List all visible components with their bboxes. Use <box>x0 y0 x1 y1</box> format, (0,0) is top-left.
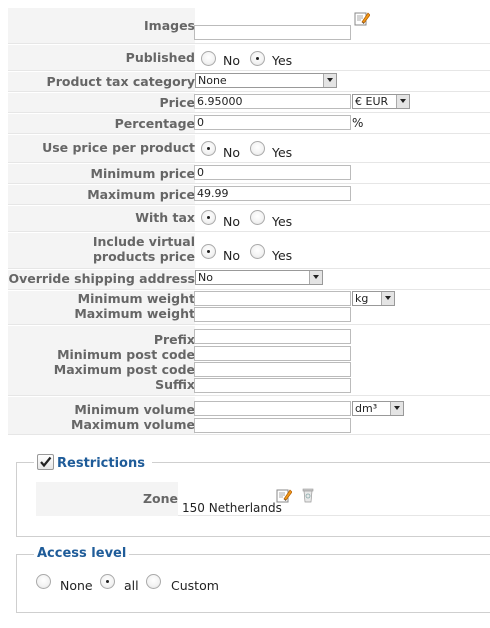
maximum-volume-input[interactable] <box>194 418 351 433</box>
price-per-product-yes-label: Yes <box>272 145 293 160</box>
currency-value: € EUR <box>355 95 389 108</box>
weight-unit-select[interactable]: kg <box>352 291 395 306</box>
suffix-input[interactable] <box>194 378 351 393</box>
override-shipping-select[interactable]: No <box>195 270 323 285</box>
published-label: Published <box>125 50 195 65</box>
maximum-weight-input[interactable] <box>194 307 351 322</box>
chevron-down-icon <box>390 402 403 415</box>
row-published: Published No Yes <box>8 45 490 71</box>
minimum-weight-label: Minimum weight <box>77 291 195 306</box>
access-none-radio[interactable] <box>36 574 51 589</box>
with-tax-yes-radio[interactable] <box>250 210 265 225</box>
include-virtual-label-line1: Include virtual <box>92 234 195 249</box>
zone-label: Zone <box>142 491 178 506</box>
suffix-label: Suffix <box>155 377 195 392</box>
row-postcode: Prefix Minimum post code Maximum post co… <box>8 326 490 396</box>
price-per-product-yes-radio[interactable] <box>250 141 265 156</box>
tax-category-value: None <box>198 74 227 87</box>
access-custom-label: Custom <box>171 578 219 593</box>
override-shipping-value: No <box>198 271 213 284</box>
volume-unit-select[interactable]: dm³ <box>352 401 404 416</box>
chevron-down-icon <box>381 292 394 305</box>
access-all-label: all <box>124 578 139 593</box>
edit-icon[interactable] <box>354 10 370 26</box>
maximum-price-label: Maximum price <box>87 187 195 202</box>
delete-icon[interactable] <box>302 488 314 503</box>
maximum-post-code-input[interactable] <box>194 362 351 377</box>
price-per-product-no-radio[interactable] <box>201 141 216 156</box>
volume-unit-value: dm³ <box>355 402 378 415</box>
zone-row: Zone 150 Netherlands <box>36 482 490 516</box>
minimum-volume-label: Minimum volume <box>74 402 195 417</box>
minimum-volume-input[interactable] <box>194 401 351 416</box>
percentage-unit: % <box>352 116 364 130</box>
with-tax-label: With tax <box>135 210 195 225</box>
images-label: Images <box>144 18 195 33</box>
chevron-down-icon <box>309 271 322 284</box>
with-tax-no-radio[interactable] <box>201 210 216 225</box>
access-all-radio[interactable] <box>100 574 115 589</box>
chevron-down-icon <box>323 74 336 87</box>
row-price: Price 6.95000 € EUR <box>8 93 490 113</box>
edit-icon[interactable] <box>276 487 292 503</box>
include-virtual-yes-label: Yes <box>272 248 293 263</box>
minimum-post-code-label: Minimum post code <box>57 347 195 362</box>
row-override-shipping: Override shipping address No <box>8 270 490 290</box>
weight-unit-value: kg <box>355 292 369 305</box>
maximum-post-code-label: Maximum post code <box>53 362 195 377</box>
images-input[interactable] <box>194 25 351 40</box>
row-use-price-per-product: Use price per product No Yes <box>8 135 490 163</box>
maximum-volume-label: Maximum volume <box>71 417 195 432</box>
chevron-down-icon <box>396 95 409 108</box>
checkmark-icon <box>40 456 52 468</box>
include-virtual-label-line2: products price <box>92 249 195 264</box>
restrictions-checkbox[interactable] <box>37 454 54 470</box>
minimum-price-label: Minimum price <box>90 166 196 181</box>
published-no-radio[interactable] <box>201 51 216 66</box>
maximum-price-input[interactable]: 49.99 <box>194 186 351 201</box>
percentage-label: Percentage <box>114 116 195 131</box>
include-virtual-no-label: No <box>223 248 240 263</box>
with-tax-yes-label: Yes <box>272 214 293 229</box>
row-percentage: Percentage 0 % <box>8 114 490 134</box>
currency-select[interactable]: € EUR <box>352 94 410 109</box>
price-per-product-no-label: No <box>223 145 240 160</box>
published-no-label: No <box>223 53 240 68</box>
override-shipping-label: Override shipping address <box>8 271 196 286</box>
minimum-weight-input[interactable] <box>194 291 351 306</box>
prefix-label: Prefix <box>153 332 195 347</box>
price-input[interactable]: 6.95000 <box>194 94 351 109</box>
minimum-post-code-input[interactable] <box>194 346 351 361</box>
price-label: Price <box>159 95 196 110</box>
row-with-tax: With tax No Yes <box>8 206 490 232</box>
row-include-virtual: Include virtual products price No Yes <box>8 233 490 269</box>
row-images: Images <box>8 8 490 44</box>
row-minimum-price: Minimum price 0 <box>8 164 490 184</box>
tax-category-label: Product tax category <box>46 74 195 89</box>
with-tax-no-label: No <box>223 214 240 229</box>
access-custom-radio[interactable] <box>146 574 161 589</box>
zone-value: 150 Netherlands <box>182 501 282 515</box>
percentage-input[interactable]: 0 <box>194 115 351 130</box>
published-yes-label: Yes <box>272 53 293 68</box>
access-level-legend: Access level <box>34 546 130 561</box>
row-weight: Minimum weight Maximum weight kg <box>8 291 490 325</box>
restrictions-legend: Restrictions <box>34 453 152 473</box>
minimum-price-input[interactable]: 0 <box>194 165 351 180</box>
restrictions-legend-text: Restrictions <box>57 456 145 471</box>
prefix-input[interactable] <box>194 329 351 344</box>
include-virtual-no-radio[interactable] <box>201 244 216 259</box>
maximum-weight-label: Maximum weight <box>74 306 195 321</box>
row-tax-category: Product tax category None <box>8 72 490 92</box>
access-none-label: None <box>60 578 93 593</box>
row-volume: Minimum volume Maximum volume dm³ <box>8 397 490 435</box>
row-maximum-price: Maximum price 49.99 <box>8 185 490 205</box>
include-virtual-yes-radio[interactable] <box>250 244 265 259</box>
tax-category-select[interactable]: None <box>195 73 337 88</box>
published-yes-radio[interactable] <box>250 51 265 66</box>
use-price-per-product-label: Use price per product <box>42 140 195 155</box>
